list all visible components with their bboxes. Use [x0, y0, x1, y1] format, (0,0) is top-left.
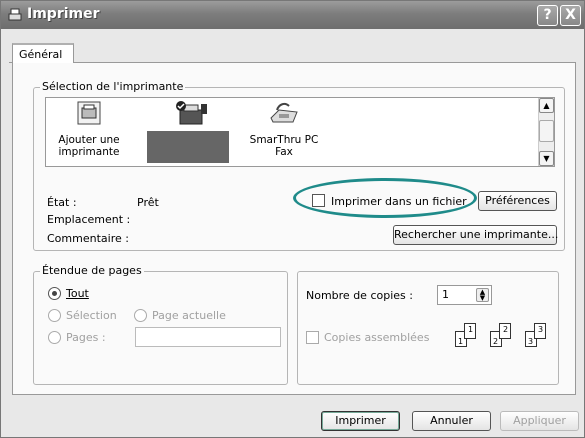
scroll-down-icon[interactable]: ▼	[539, 151, 554, 166]
help-button[interactable]: ?	[537, 5, 558, 26]
cancel-button[interactable]: Annuler	[412, 411, 491, 431]
title-bar[interactable]: Imprimer ? X	[1, 1, 584, 29]
status-label: État :	[47, 196, 77, 209]
printer-list[interactable]: Ajouter une imprimante SmarThru PC Fax ▲	[45, 97, 555, 167]
scroll-up-icon[interactable]: ▲	[539, 98, 554, 113]
print-to-file-label[interactable]: Imprimer dans un fichier	[331, 195, 467, 208]
collate-label[interactable]: Copies assemblées	[324, 331, 429, 344]
pages-input[interactable]	[135, 327, 281, 347]
printer-icon	[8, 8, 22, 21]
printer-selection-legend: Sélection de l'imprimante	[40, 80, 186, 93]
page-num-3b: 3	[538, 325, 544, 334]
radio-selection-label[interactable]: Sélection	[66, 309, 117, 322]
radio-all-pages[interactable]	[48, 287, 61, 300]
printer-item-fax-line1: SmarThru PC	[249, 134, 319, 146]
selected-printer-icon	[176, 101, 207, 125]
collate-checkbox[interactable]	[306, 331, 319, 344]
page-num-2b: 2	[503, 325, 509, 334]
print-button[interactable]: Imprimer	[321, 411, 400, 431]
comment-label: Commentaire :	[47, 232, 129, 245]
window-title: Imprimer	[27, 6, 100, 22]
printer-item-fax[interactable]: SmarThru PC Fax	[242, 100, 326, 158]
radio-current-page-label[interactable]: Page actuelle	[152, 309, 226, 322]
scroll-thumb[interactable]	[539, 120, 554, 142]
page-num-1b: 1	[468, 325, 474, 334]
radio-selection[interactable]	[48, 309, 61, 322]
radio-all-pages-label[interactable]: Tout	[66, 287, 89, 300]
copies-count-input[interactable]: 1 ▲ ▼	[437, 285, 492, 305]
fax-icon	[270, 102, 298, 123]
print-dialog: Imprimer ? X Général Sélection de l'impr…	[0, 0, 585, 438]
radio-pages-label[interactable]: Pages :	[66, 331, 106, 344]
spinner-icon[interactable]: ▲ ▼	[476, 288, 489, 302]
preferences-button[interactable]: Préférences	[478, 191, 557, 211]
location-label: Emplacement :	[47, 213, 131, 226]
page-num-2a: 2	[493, 337, 499, 346]
printer-item-fax-line2: Fax	[275, 146, 293, 158]
copies-count-label: Nombre de copies :	[306, 289, 413, 302]
page-num-3a: 3	[528, 337, 534, 346]
tab-general[interactable]: Général	[12, 43, 74, 63]
close-button[interactable]: X	[560, 5, 581, 26]
page-num-1a: 1	[458, 337, 464, 346]
page-range-legend: Étendue de pages	[40, 264, 144, 277]
add-printer-icon	[77, 101, 101, 125]
printer-item-add-line2: imprimante	[58, 146, 120, 158]
apply-button[interactable]: Appliquer	[500, 411, 579, 431]
status-value: Prêt	[137, 196, 159, 209]
printer-item-selected[interactable]	[150, 100, 234, 134]
printer-list-scrollbar[interactable]: ▲ ▼	[538, 98, 554, 166]
radio-pages[interactable]	[48, 331, 61, 344]
copies-count-value: 1	[442, 288, 449, 301]
printer-item-add[interactable]: Ajouter une imprimante	[50, 100, 128, 158]
find-printer-button[interactable]: Rechercher une imprimante...	[393, 225, 558, 245]
printer-item-add-line1: Ajouter une	[58, 134, 120, 146]
selected-printer-label[interactable]	[147, 131, 229, 163]
print-to-file-checkbox[interactable]	[312, 194, 325, 207]
radio-current-page[interactable]	[134, 309, 147, 322]
